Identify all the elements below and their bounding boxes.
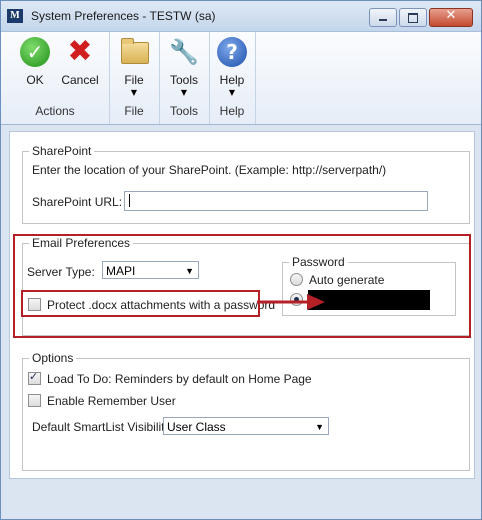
title-bar: M System Preferences - TESTW (sa) ✕ xyxy=(1,1,481,32)
group-label-file: File xyxy=(124,104,144,118)
close-icon: ✕ xyxy=(445,8,457,23)
window-title: System Preferences - TESTW (sa) xyxy=(31,9,216,23)
enable-remember-user-label: Enable Remember User xyxy=(47,394,176,408)
sharepoint-url-label: SharePoint URL: xyxy=(32,195,123,209)
sharepoint-url-input[interactable] xyxy=(124,191,428,211)
ok-button[interactable]: ✓ OK xyxy=(13,36,57,87)
group-label-help: Help xyxy=(219,104,245,118)
ribbon-group-help: ? Help ▼ Help xyxy=(209,32,256,124)
close-button[interactable]: ✕ xyxy=(429,8,473,27)
help-icon: ? xyxy=(217,37,247,67)
minimize-button[interactable] xyxy=(369,8,397,27)
ribbon-group-file: File ▼ File xyxy=(109,32,160,124)
file-button[interactable]: File ▼ xyxy=(112,36,156,97)
help-button[interactable]: ? Help ▼ xyxy=(210,36,254,97)
group-label-tools: Tools xyxy=(169,104,198,118)
sharepoint-description: Enter the location of your SharePoint. (… xyxy=(32,163,387,177)
load-todo-label: Load To Do: Reminders by default on Home… xyxy=(47,372,312,386)
email-preferences-highlight xyxy=(13,234,471,338)
ok-check-icon: ✓ xyxy=(20,37,50,67)
tools-button[interactable]: 🔧 Tools ▼ xyxy=(162,36,206,97)
ok-label: OK xyxy=(26,73,44,87)
chevron-down-icon: ▼ xyxy=(228,88,236,97)
group-label-actions: Actions xyxy=(35,104,75,118)
maximize-button[interactable] xyxy=(399,8,427,27)
smartlist-visibility-select[interactable]: User Class ▼ xyxy=(163,417,329,435)
tools-label: Tools xyxy=(169,73,198,87)
text-caret xyxy=(129,194,130,207)
maximize-icon xyxy=(408,13,418,23)
load-todo-checkbox[interactable] xyxy=(28,370,41,385)
smartlist-visibility-value: User Class xyxy=(167,420,226,434)
highlight-arrow-icon xyxy=(257,294,325,310)
smartlist-visibility-label: Default SmartList Visibility: xyxy=(32,420,174,434)
chevron-down-icon: ▼ xyxy=(315,422,324,432)
help-label: Help xyxy=(219,73,245,87)
ribbon-group-tools: 🔧 Tools ▼ Tools xyxy=(159,32,210,124)
chevron-down-icon: ▼ xyxy=(180,88,188,97)
window-footer xyxy=(9,481,473,515)
ribbon: ✓ OK ✖ Cancel Actions File ▼ File 🔧 Tool… xyxy=(1,32,481,125)
protect-checkbox-highlight xyxy=(21,290,260,317)
file-label: File xyxy=(124,73,144,87)
chevron-down-icon: ▼ xyxy=(130,88,138,97)
cancel-label: Cancel xyxy=(61,73,99,87)
options-legend: Options xyxy=(29,351,77,365)
minimize-icon xyxy=(379,19,387,21)
sharepoint-legend: SharePoint xyxy=(29,144,95,158)
folder-icon xyxy=(121,38,149,64)
ribbon-group-actions: ✓ OK ✖ Cancel Actions xyxy=(1,32,110,124)
tools-icon: 🔧 xyxy=(169,38,199,66)
cancel-button[interactable]: ✖ Cancel xyxy=(58,34,102,88)
enable-remember-user-checkbox[interactable] xyxy=(28,394,41,407)
sharepoint-group: SharePoint xyxy=(22,144,470,224)
app-icon: M xyxy=(7,9,23,23)
cancel-x-icon: ✖ xyxy=(67,34,93,69)
window-controls: ✕ xyxy=(367,8,473,27)
arrow-head xyxy=(307,294,325,310)
